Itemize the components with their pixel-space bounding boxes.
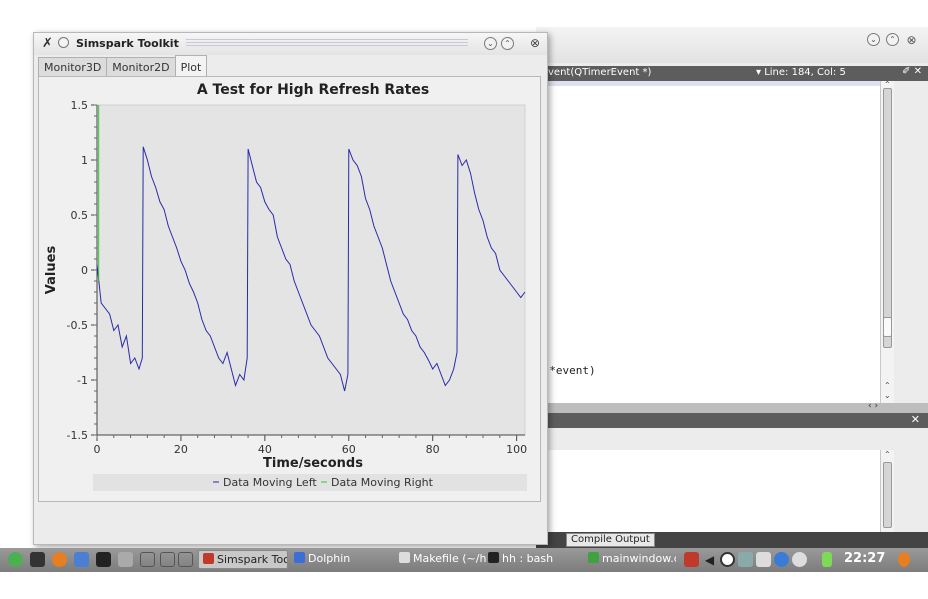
legend-label-data-moving-right: Data Moving Right bbox=[331, 476, 434, 489]
scrollbar-thumb[interactable] bbox=[883, 462, 892, 528]
plot-panel: A Test for High Refresh Rates -1.5 -1 -0.5 0… bbox=[38, 76, 541, 502]
task-app-icon bbox=[488, 552, 499, 563]
desktop-pager-1[interactable] bbox=[140, 552, 155, 567]
kde-menu-icon[interactable] bbox=[8, 552, 23, 567]
task-label: Simspark Tooli bbox=[217, 553, 287, 566]
y-tick-label: 1 bbox=[81, 154, 88, 167]
simspark-titlebar[interactable]: ✗ Simspark Toolkit ⌄ ⌃ ⊗ bbox=[34, 33, 547, 55]
plot-area bbox=[96, 104, 526, 436]
y-tick-label: -1 bbox=[77, 374, 88, 387]
output-panel[interactable] bbox=[536, 450, 880, 532]
editor-maximize-button[interactable]: ⌃ bbox=[886, 33, 899, 46]
task-label: Makefile (~/hh bbox=[413, 552, 487, 565]
files-launcher-icon[interactable] bbox=[118, 552, 133, 567]
taskbar-task[interactable]: hh : bash bbox=[484, 550, 557, 569]
battery-icon[interactable] bbox=[822, 552, 832, 567]
clipboard-icon[interactable] bbox=[756, 552, 771, 567]
scrollbar-thumb[interactable] bbox=[883, 317, 892, 337]
maximize-button[interactable]: ⌃ bbox=[501, 37, 514, 50]
network-icon[interactable] bbox=[720, 552, 735, 567]
editor-minimize-button[interactable]: ⌄ bbox=[867, 33, 880, 46]
sticky-button[interactable] bbox=[58, 37, 69, 48]
editor-vertical-scrollbar[interactable]: ⌃ ⌃ ⌄ bbox=[880, 80, 894, 403]
tray-app-icon[interactable] bbox=[738, 552, 753, 567]
terminal-launcher-icon[interactable] bbox=[30, 552, 45, 567]
bottom-tool-tabs: Compile Output bbox=[536, 532, 928, 548]
output-panel-header: ✕ bbox=[536, 413, 928, 428]
scrollbar-track[interactable] bbox=[883, 88, 892, 348]
line-chart: A Test for High Refresh Rates -1.5 -1 -0.5 0… bbox=[44, 82, 527, 491]
x-tick-label: 100 bbox=[506, 443, 527, 456]
task-label: Dolphin bbox=[308, 552, 351, 565]
x-tick-label: 40 bbox=[258, 443, 272, 456]
taskbar: Simspark Tooli Dolphin Makefile (~/hh hh : … bbox=[0, 548, 928, 572]
scroll-down-icon[interactable]: ⌄ bbox=[884, 391, 891, 400]
task-label: mainwindow.cp bbox=[602, 552, 676, 565]
logout-icon[interactable] bbox=[898, 552, 910, 567]
x-axis-label: Time/seconds bbox=[263, 456, 363, 471]
y-tick-label: 1.5 bbox=[71, 99, 89, 112]
x-tick-label: 0 bbox=[94, 443, 101, 456]
desktop-pager-2[interactable] bbox=[160, 552, 175, 567]
desktop-pager-3[interactable] bbox=[178, 552, 193, 567]
clock[interactable]: 22:27 bbox=[844, 551, 885, 566]
tab-plot[interactable]: Plot bbox=[174, 55, 208, 76]
toolkit-tabs: Monitor3D Monitor2D Plot bbox=[38, 55, 208, 76]
y-tick-label: 0.5 bbox=[71, 209, 89, 222]
minimize-button[interactable]: ⌄ bbox=[484, 37, 497, 50]
simspark-toolkit-window: ✗ Simspark Toolkit ⌄ ⌃ ⊗ Monitor3D Monit… bbox=[33, 32, 548, 545]
function-selector[interactable]: vent(QTimerEvent *) bbox=[548, 67, 651, 78]
volume-icon[interactable]: ◀ bbox=[702, 552, 717, 567]
taskbar-task[interactable]: Dolphin bbox=[290, 550, 354, 569]
update-icon[interactable] bbox=[774, 552, 789, 567]
info-icon[interactable] bbox=[792, 552, 807, 567]
tab-compile-output[interactable]: Compile Output bbox=[566, 533, 655, 547]
output-panel-toolbar bbox=[536, 428, 928, 450]
app-icon[interactable]: ✗ bbox=[42, 36, 53, 51]
editor-statusbar: vent(QTimerEvent *) ▾ Line: 184, Col: 5 … bbox=[536, 66, 928, 81]
y-tick-label: -0.5 bbox=[67, 319, 88, 332]
task-app-icon bbox=[203, 553, 214, 564]
chart-title: A Test for High Refresh Rates bbox=[197, 82, 429, 98]
x-tick-label: 20 bbox=[174, 443, 188, 456]
scroll-up-icon[interactable]: ⌃ bbox=[884, 381, 891, 390]
code-editor[interactable]: t *event) bbox=[536, 81, 880, 403]
task-app-icon bbox=[588, 552, 599, 563]
home-launcher-icon[interactable] bbox=[74, 552, 89, 567]
x-tick-label: 80 bbox=[426, 443, 440, 456]
editor-titlebar: ⌄ ⌃ ⊗ bbox=[536, 27, 928, 63]
editor-close-button[interactable]: ⊗ bbox=[905, 33, 918, 47]
editor-window: ⌄ ⌃ ⊗ vent(QTimerEvent *) ▾ Line: 184, C… bbox=[536, 27, 928, 548]
legend-label-data-moving-left: Data Moving Left bbox=[223, 476, 317, 489]
tray-flag-icon[interactable] bbox=[684, 552, 699, 567]
output-vertical-scrollbar[interactable]: ⌃ bbox=[880, 450, 894, 532]
scroll-up-icon[interactable]: ⌃ bbox=[884, 450, 891, 459]
y-tick-label: 0 bbox=[81, 264, 88, 277]
tab-monitor2d[interactable]: Monitor2D bbox=[106, 57, 176, 76]
task-label: hh : bash bbox=[502, 552, 554, 565]
taskbar-task[interactable]: Simspark Tooli bbox=[198, 550, 288, 569]
y-tick-label: -1.5 bbox=[67, 429, 88, 442]
task-app-icon bbox=[294, 552, 305, 563]
y-axis-label: Values bbox=[44, 246, 59, 295]
editor-horizontal-scrollbar[interactable]: ‹ › bbox=[536, 401, 928, 413]
x-tick-label: 60 bbox=[342, 443, 356, 456]
taskbar-task[interactable]: Makefile (~/hh bbox=[395, 550, 487, 569]
tab-monitor3d[interactable]: Monitor3D bbox=[38, 57, 108, 76]
titlebar-grip bbox=[186, 39, 468, 48]
konsole-launcher-icon[interactable] bbox=[96, 552, 111, 567]
taskbar-task[interactable]: mainwindow.cp bbox=[584, 550, 676, 569]
close-button[interactable]: ⊗ bbox=[530, 36, 540, 50]
line-col-indicator[interactable]: ▾ Line: 184, Col: 5 bbox=[756, 67, 846, 78]
window-title: Simspark Toolkit bbox=[76, 37, 179, 50]
split-close-icons[interactable]: ✐ ✕ bbox=[902, 66, 922, 77]
task-app-icon bbox=[399, 552, 410, 563]
hscroll-arrows-icon[interactable]: ‹ › bbox=[868, 401, 878, 411]
firefox-launcher-icon[interactable] bbox=[52, 552, 67, 567]
output-panel-close-icon[interactable]: ✕ bbox=[911, 413, 920, 426]
